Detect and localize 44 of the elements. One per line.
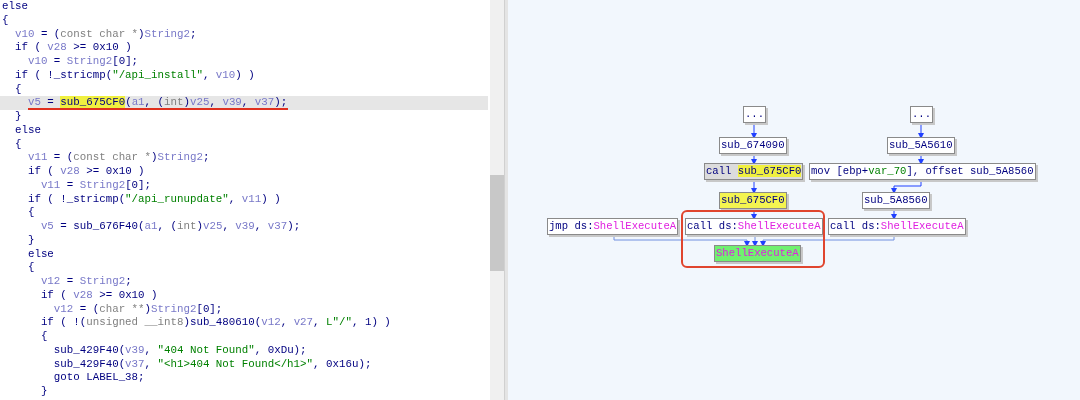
code-line: else — [13, 123, 42, 138]
connector-arrow — [751, 179, 757, 194]
code-line: { — [13, 82, 23, 97]
code-line: else — [1, 0, 29, 14]
code-line: goto LABEL_38; — [52, 371, 146, 385]
graph-node[interactable]: ... — [910, 106, 934, 123]
graph-node[interactable]: call ds:ShellExecuteA — [685, 218, 823, 235]
code-line: { — [13, 137, 23, 152]
code-line: } — [39, 385, 49, 399]
graph-node[interactable]: mov [ebp+var_70], offset sub_5A8560 — [809, 163, 1036, 180]
graph-node[interactable]: call ds:ShellExecuteA — [828, 218, 966, 235]
code-line: if ( v28 >= 0x10 ) — [13, 41, 133, 55]
code-line: v11 = (const char *)String2; — [26, 151, 211, 165]
code-line: if ( !_stricmp("/api_runupdate", v11) ) — [26, 192, 282, 207]
connector-arrow — [891, 179, 922, 194]
code-line: v12 = (char **)String2[0]; — [52, 302, 224, 317]
code-line: { — [1, 13, 10, 28]
graph-node[interactable]: sub_675CF0 — [719, 192, 787, 209]
code-line: { — [26, 206, 36, 220]
graph-node[interactable]: sub_674090 — [719, 137, 787, 154]
code-line: if ( !(unsigned __int8)sub_480610(v12, v27, L"/", 1) ) — [39, 316, 392, 330]
code-line: { — [39, 330, 49, 344]
connector-arrow — [751, 123, 757, 139]
scrollbar[interactable] — [490, 0, 504, 400]
code-line: v10 = String2[0]; — [26, 55, 140, 69]
code-line: v12 = String2; — [39, 275, 133, 289]
graph-node[interactable]: sub_5A5610 — [887, 137, 955, 154]
code-line: if ( v28 >= 0x10 ) — [26, 165, 146, 179]
graph-node[interactable]: ... — [743, 106, 767, 123]
graph-node[interactable]: call sub_675CF0 — [704, 163, 804, 180]
code-line: v11 = String2[0]; — [39, 178, 153, 193]
connector-arrow — [918, 123, 924, 139]
code-line: sub_429F40(v37, "<h1>404 Not Found</h1>", 0x16u); — [52, 357, 373, 372]
code-line: sub_429F40(v39, "404 Not Found", 0xDu); — [52, 343, 308, 358]
graph-node[interactable]: jmp ds:ShellExecuteA — [547, 218, 679, 235]
code-line: } — [26, 233, 36, 248]
code-line: if ( v28 >= 0x10 ) — [39, 288, 159, 303]
code-line: if ( !_stricmp("/api_install", v10) ) — [13, 68, 256, 83]
code-line: { — [26, 261, 36, 275]
graph-node[interactable]: sub_5A8560 — [862, 192, 930, 209]
code-line: v5 = sub_676F40(a1, (int)v25, v39, v37); — [39, 220, 302, 234]
code-line: v10 = (const char *)String2; — [13, 27, 198, 42]
code-line: else — [26, 247, 55, 262]
code-line: } — [13, 110, 23, 124]
